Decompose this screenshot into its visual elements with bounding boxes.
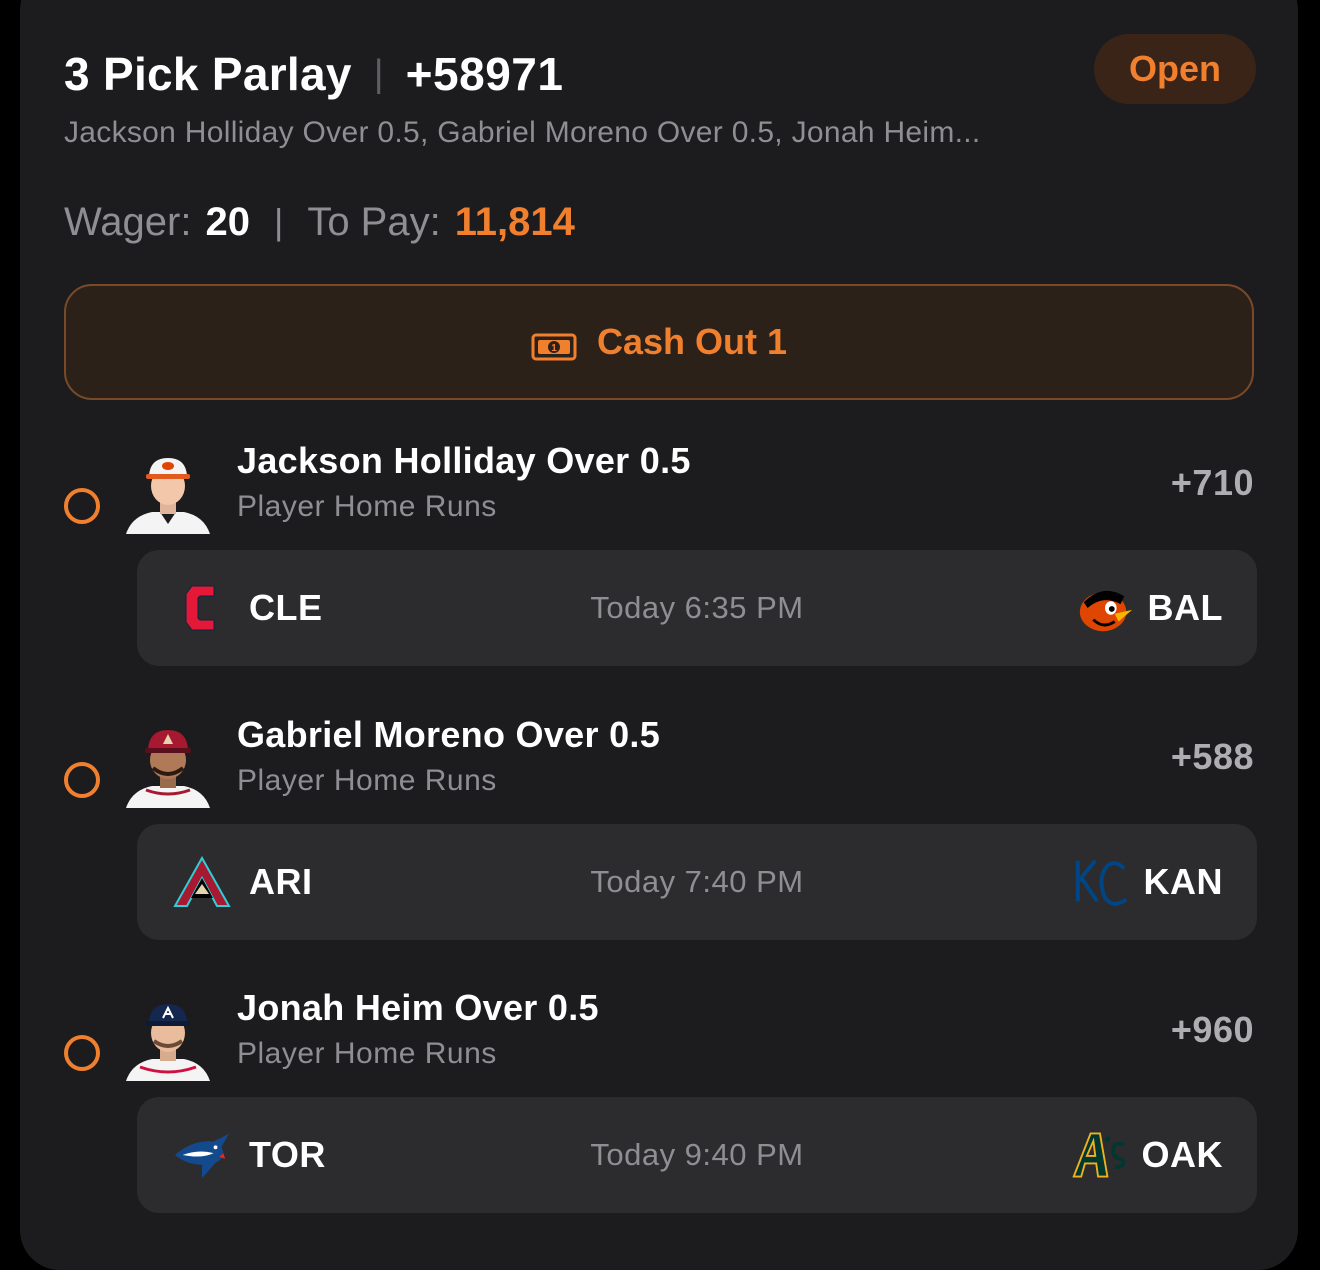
parlay-summary: Jackson Holliday Over 0.5, Gabriel Moren… xyxy=(64,116,981,149)
pick-row[interactable]: Jackson Holliday Over 0.5 Player Home Ru… xyxy=(0,440,1320,690)
cash-icon: 1 xyxy=(531,328,577,361)
pick-status-radio-icon xyxy=(64,488,100,524)
pick-status-radio-icon xyxy=(64,762,100,798)
wager-value: 20 xyxy=(205,199,250,244)
game-matchup[interactable]: CLE Today 6:35 PM BAL xyxy=(137,550,1257,666)
svg-text:1: 1 xyxy=(551,343,557,354)
wager-label: Wager: xyxy=(64,199,192,244)
pick-odds: +588 xyxy=(1170,736,1254,777)
title-row: 3 Pick Parlay | +58971 xyxy=(64,44,563,104)
pick-row[interactable]: Gabriel Moreno Over 0.5 Player Home Runs… xyxy=(0,714,1320,964)
cash-out-button[interactable]: 1 Cash Out 1 xyxy=(64,284,1254,400)
pick-selection: Jonah Heim Over 0.5 xyxy=(237,987,599,1028)
pick-odds: +960 xyxy=(1170,1009,1254,1050)
pick-odds: +710 xyxy=(1170,462,1254,503)
to-pay-value: 11,814 xyxy=(454,199,575,244)
wager-separator: | xyxy=(273,201,284,242)
cash-out-label: Cash Out 1 xyxy=(596,321,788,362)
parlay-header: 3 Pick Parlay | +58971 Open xyxy=(64,34,1256,104)
home-team-abbr: BAL xyxy=(1147,587,1223,628)
wager-row: Wager: 20 | To Pay: 11,814 xyxy=(64,194,575,250)
title-separator: | xyxy=(373,52,384,95)
orioles-logo-icon xyxy=(1076,579,1134,637)
player-headshot xyxy=(126,724,210,808)
athletics-logo-icon xyxy=(1070,1126,1128,1184)
status-badge: Open xyxy=(1094,34,1256,104)
royals-logo-icon xyxy=(1072,853,1130,911)
parlay-odds: +58971 xyxy=(405,48,564,100)
home-team: BAL xyxy=(1076,550,1224,666)
pick-selection: Gabriel Moreno Over 0.5 xyxy=(237,714,661,755)
to-pay-label: To Pay: xyxy=(307,199,441,244)
pick-row[interactable]: Jonah Heim Over 0.5 Player Home Runs +96… xyxy=(0,987,1320,1237)
game-matchup[interactable]: ARI Today 7:40 PM KAN xyxy=(137,824,1257,940)
parlay-title: 3 Pick Parlay xyxy=(64,48,352,100)
pick-market: Player Home Runs xyxy=(237,1037,497,1070)
player-headshot xyxy=(126,997,210,1081)
pick-market: Player Home Runs xyxy=(237,490,497,523)
player-headshot xyxy=(126,450,210,534)
pick-selection: Jackson Holliday Over 0.5 xyxy=(237,440,691,481)
home-team: OAK xyxy=(1070,1097,1224,1213)
home-team-abbr: KAN xyxy=(1143,861,1223,902)
pick-status-radio-icon xyxy=(64,1035,100,1071)
pick-market: Player Home Runs xyxy=(237,764,497,797)
home-team-abbr: OAK xyxy=(1141,1134,1223,1175)
home-team: KAN xyxy=(1072,824,1224,940)
game-matchup[interactable]: TOR Today 9:40 PM OAK xyxy=(137,1097,1257,1213)
